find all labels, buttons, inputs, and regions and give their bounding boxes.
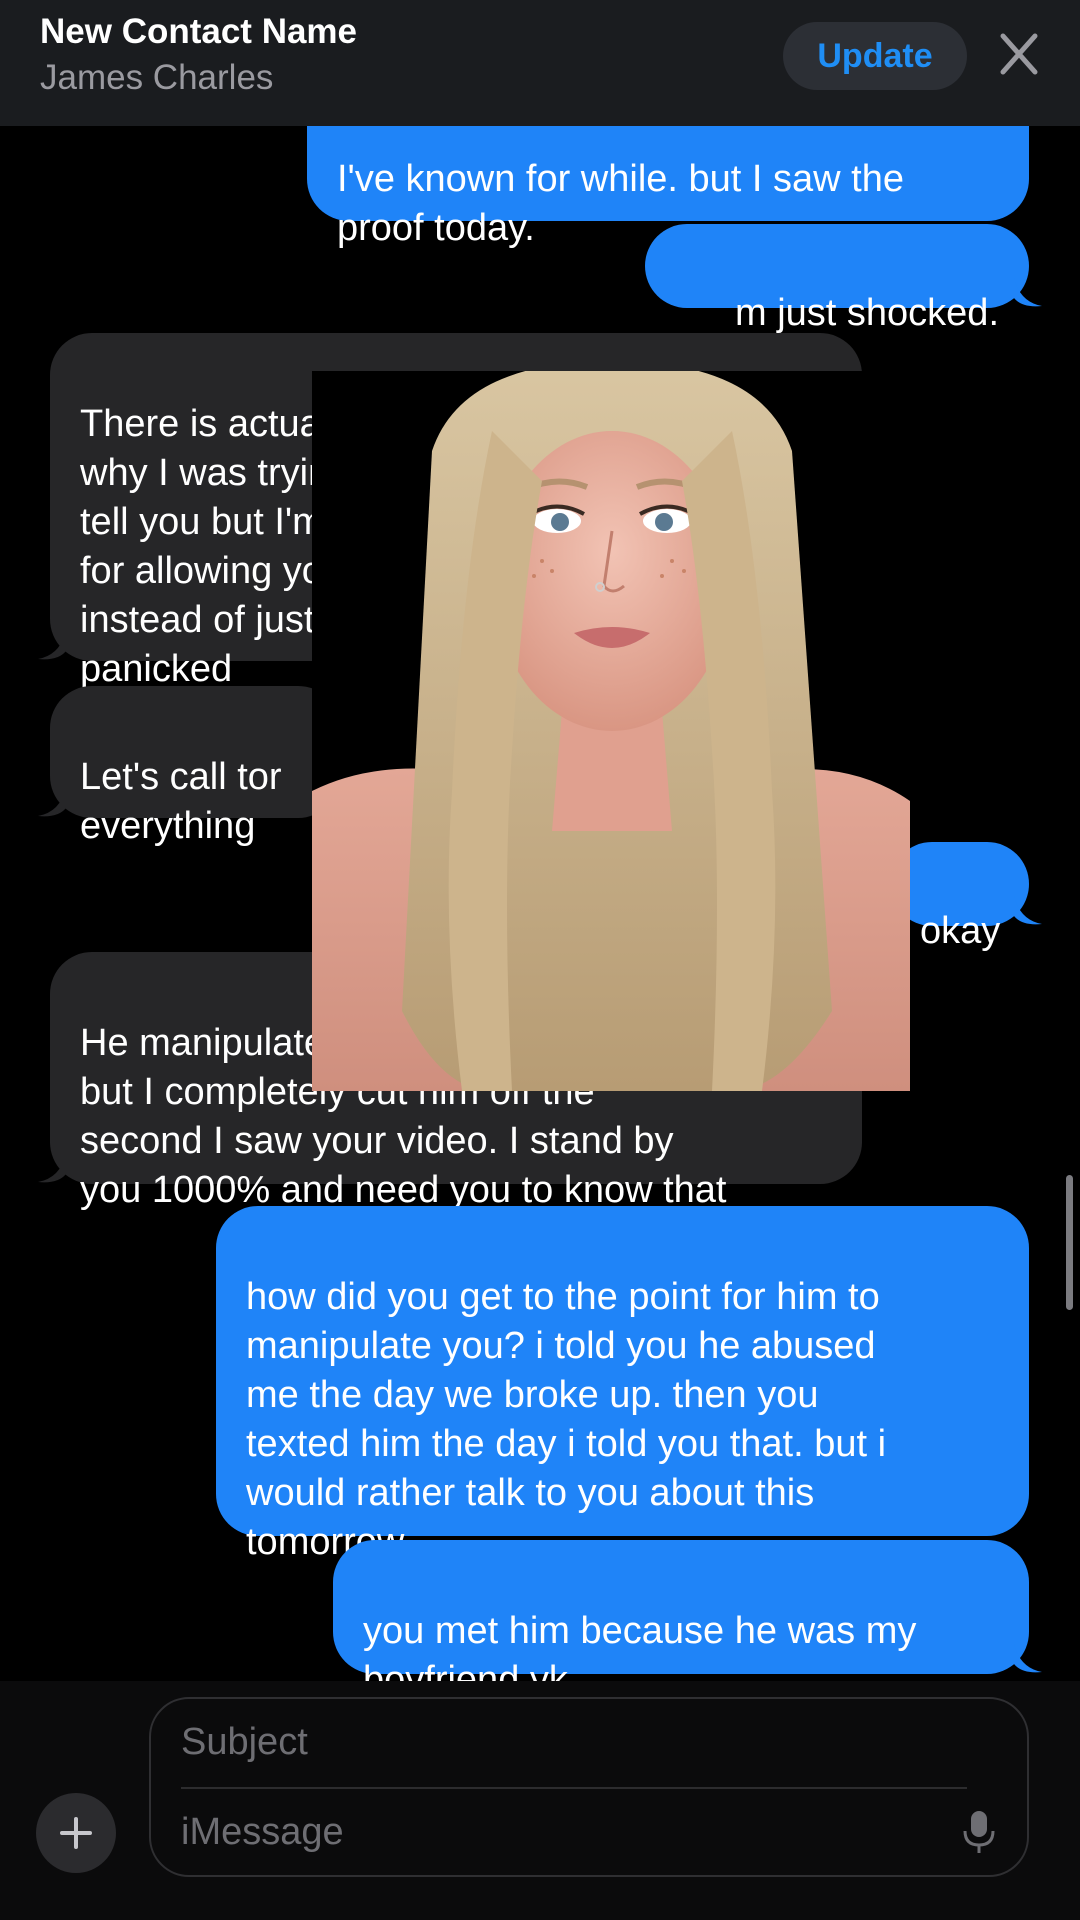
message-composer[interactable]: Subject iMessage [149, 1697, 1029, 1877]
message-bubble-received[interactable]: Let's call tor everything [50, 686, 340, 847]
bubble-tail [1014, 1644, 1042, 1673]
video-overlay-person [312, 371, 910, 1091]
message-bubble-sent[interactable]: okay [890, 842, 1029, 952]
close-icon[interactable] [995, 28, 1043, 80]
imessage-input[interactable]: iMessage [181, 1811, 344, 1854]
bubble-tail [38, 1154, 66, 1183]
update-button[interactable]: Update [783, 22, 967, 90]
message-bubble-sent[interactable]: how did you get to the point for him to … [216, 1206, 1029, 1563]
composer-divider [181, 1787, 967, 1789]
bubble-tail [38, 788, 66, 817]
message-bubble-sent[interactable]: m just shocked. [645, 224, 1029, 334]
subject-input[interactable]: Subject [181, 1721, 308, 1764]
person-image [312, 371, 910, 1091]
message-text: okay [920, 910, 1001, 952]
message-text: you met him because he was my boyfriend … [363, 1610, 917, 1681]
bubble-tail [1014, 278, 1042, 307]
message-text: how did you get to the point for him to … [246, 1276, 887, 1563]
plus-icon[interactable] [36, 1793, 116, 1873]
message-bubble-sent[interactable]: you met him because he was my boyfriend … [333, 1540, 1029, 1681]
contact-name: James Charles [40, 58, 274, 97]
message-thread[interactable]: I've known for while. but I saw the proo… [0, 126, 1080, 1681]
bubble-tail [1014, 896, 1042, 925]
message-bubble-sent[interactable]: I've known for while. but I saw the proo… [307, 126, 1029, 249]
header-title: New Contact Name [40, 12, 358, 51]
message-text: Let's call tor everything [80, 756, 282, 847]
message-text: m just shocked. [735, 292, 999, 334]
contact-header: New Contact Name James Charles Update [0, 0, 1080, 126]
scroll-indicator[interactable] [1066, 1175, 1073, 1310]
microphone-icon[interactable] [961, 1809, 997, 1855]
bubble-tail [38, 631, 66, 660]
